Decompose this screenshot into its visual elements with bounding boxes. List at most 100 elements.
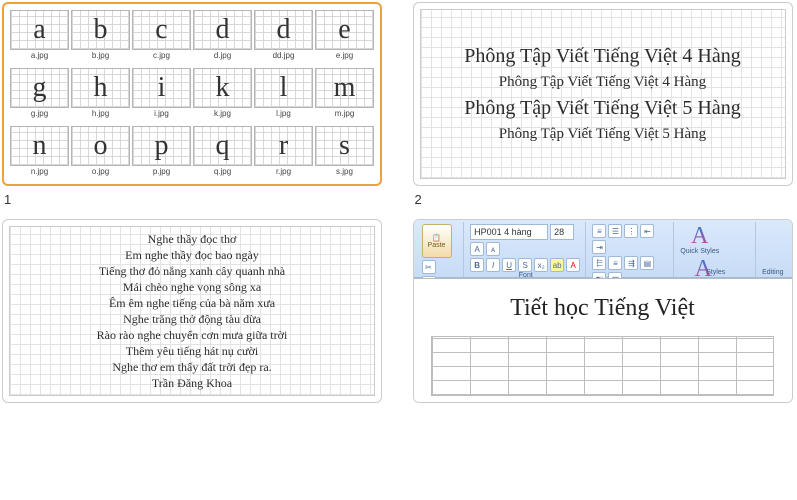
thumbnail-1-wrap: aa.jpgbb.jpgcc.jpgdd.jpgddd.jpgee.jpggg.… [2, 2, 385, 215]
paste-button[interactable]: 📋 Paste [422, 224, 452, 258]
indent-left-icon[interactable]: ⇤ [640, 224, 654, 238]
letter-filename: o.jpg [71, 167, 130, 176]
letter-box: i [132, 68, 191, 108]
italic-icon[interactable]: I [486, 258, 500, 272]
align-right-icon[interactable]: ⇶ [624, 256, 638, 270]
letter-filename: s.jpg [315, 167, 374, 176]
thumbnail-gallery: aa.jpgbb.jpgcc.jpgdd.jpgddd.jpgee.jpggg.… [0, 0, 797, 409]
letter-filename: b.jpg [71, 51, 130, 60]
letter-glyph: k [216, 74, 230, 102]
font-color-icon[interactable]: A [566, 258, 580, 272]
thumbnail-2[interactable]: Phông Tập Viết Tiếng Việt 4 Hàng Phông T… [413, 2, 793, 186]
letter-box: r [254, 126, 313, 166]
letter-cell[interactable]: ll.jpg [254, 68, 313, 124]
align-center-icon[interactable]: ≡ [608, 256, 622, 270]
letter-box: c [132, 10, 191, 50]
letter-filename: g.jpg [10, 109, 69, 118]
clipboard-icon: 📋 [432, 234, 441, 242]
justify-icon[interactable]: ▤ [640, 256, 654, 270]
letter-cell[interactable]: dd.jpg [193, 10, 252, 66]
poem-line: Êm êm nghe tiếng của bà năm xưa [109, 296, 275, 311]
thumbnail-1[interactable]: aa.jpgbb.jpgcc.jpgdd.jpgddd.jpgee.jpggg.… [2, 2, 382, 186]
cut-icon[interactable]: ✂ [422, 260, 436, 274]
bullets-icon[interactable]: ≡ [592, 224, 606, 238]
document-title: Tiết học Tiếng Việt [510, 295, 695, 322]
bold-icon[interactable]: B [470, 258, 484, 272]
letter-filename: n.jpg [10, 167, 69, 176]
poem-line: Rào rào nghe chuyển cơn mưa giữa trời [97, 328, 288, 343]
quick-styles-icon[interactable]: A [691, 224, 708, 248]
letter-filename: d.jpg [193, 51, 252, 60]
letter-filename: h.jpg [71, 109, 130, 118]
subscript-icon[interactable]: x₂ [534, 258, 548, 272]
letter-cell[interactable]: ii.jpg [132, 68, 191, 124]
letter-filename: c.jpg [132, 51, 191, 60]
letter-cell[interactable]: ee.jpg [315, 10, 374, 66]
letter-cell[interactable]: hh.jpg [71, 68, 130, 124]
ribbon-group-styles: A Quick Styles A Change Styles Styles [676, 222, 756, 277]
letter-cell[interactable]: mm.jpg [315, 68, 374, 124]
letter-box: h [71, 68, 130, 108]
script-line: Phông Tập Viết Tiếng Việt 4 Hàng [464, 45, 741, 68]
strike-icon[interactable]: S [518, 258, 532, 272]
group-label: Styles [680, 269, 751, 277]
grow-font-icon[interactable]: A [470, 242, 484, 256]
ribbon-group-clipboard: 📋 Paste ✂ ❐ ✎ Clipboard [418, 222, 465, 277]
letter-filename: m.jpg [315, 109, 374, 118]
letter-glyph: r [279, 132, 288, 160]
letter-cell[interactable]: gg.jpg [10, 68, 69, 124]
letter-cell[interactable]: qq.jpg [193, 126, 252, 182]
letter-cell[interactable]: ss.jpg [315, 126, 374, 182]
thumbnail-1-caption: 1 [2, 186, 385, 215]
letter-filename: p.jpg [132, 167, 191, 176]
align-left-icon[interactable]: ⬱ [592, 256, 606, 270]
thumbnail-3[interactable]: Nghe thầy đọc thơEm nghe thầy đọc bao ng… [2, 219, 382, 403]
letter-glyph: a [33, 16, 45, 44]
writing-grid [431, 336, 775, 396]
letter-box: b [71, 10, 130, 50]
script-line: Phông Tập Viết Tiếng Việt 5 Hàng [464, 97, 741, 120]
letter-cell[interactable]: oo.jpg [71, 126, 130, 182]
letter-cell[interactable]: r r.jpg [254, 126, 313, 182]
shrink-font-icon[interactable]: ᴀ [486, 242, 500, 256]
letter-glyph: b [94, 16, 108, 44]
ribbon-group-font: HP001 4 hàng 28 A ᴀ B I U S x₂ [466, 222, 586, 277]
letter-cell[interactable]: n n.jpg [10, 126, 69, 182]
letter-glyph: e [338, 16, 350, 44]
letter-cell[interactable]: kk.jpg [193, 68, 252, 124]
font-size-select[interactable]: 28 [550, 224, 574, 240]
numbering-icon[interactable]: ☰ [608, 224, 622, 238]
poem-line: Nghe thơ em thấy đất trời đẹp ra. [112, 360, 271, 375]
letter-filename: q.jpg [193, 167, 252, 176]
highlight-icon[interactable]: ab [550, 258, 564, 272]
graph-paper: Phông Tập Viết Tiếng Việt 4 Hàng Phông T… [420, 9, 786, 179]
font-name-select[interactable]: HP001 4 hàng [470, 224, 548, 240]
underline-icon[interactable]: U [502, 258, 516, 272]
letter-cell[interactable]: aa.jpg [10, 10, 69, 66]
thumbnail-4-wrap: 📋 Paste ✂ ❐ ✎ Clipboard [413, 219, 796, 403]
multilevel-icon[interactable]: ⋮ [624, 224, 638, 238]
ribbon: 📋 Paste ✂ ❐ ✎ Clipboard [414, 220, 792, 278]
script-line: Phông Tập Viết Tiếng Việt 5 Hàng [499, 126, 706, 143]
letter-cell[interactable]: pp.jpg [132, 126, 191, 182]
letter-glyph: l [280, 74, 288, 102]
letter-box: d [193, 10, 252, 50]
letter-cell[interactable]: cc.jpg [132, 10, 191, 66]
letter-glyph: n [33, 132, 47, 160]
quick-styles-label: Quick Styles [680, 248, 719, 255]
poem-line: Tiếng thơ đỏ nắng xanh cây quanh nhà [99, 264, 285, 279]
letter-glyph: d [277, 16, 291, 44]
letter-filename: r.jpg [254, 167, 313, 176]
thumbnail-3-wrap: Nghe thầy đọc thơEm nghe thầy đọc bao ng… [2, 219, 385, 403]
ribbon-group-paragraph: ≡ ☰ ⋮ ⇤ ⇥ ⬱ ≡ ⇶ ▤ ◧ [588, 222, 674, 277]
poem-line: Mái chèo nghe vọng sông xa [123, 280, 261, 295]
thumbnail-4[interactable]: 📋 Paste ✂ ❐ ✎ Clipboard [413, 219, 793, 403]
paste-label: Paste [428, 242, 446, 249]
poem-line: Em nghe thầy đọc bao ngày [125, 248, 259, 263]
letter-box: l [254, 68, 313, 108]
letter-cell[interactable]: b b.jpg [71, 10, 130, 66]
letter-box: s [315, 126, 374, 166]
word-ui: 📋 Paste ✂ ❐ ✎ Clipboard [414, 220, 792, 402]
indent-right-icon[interactable]: ⇥ [592, 240, 606, 254]
letter-cell[interactable]: ddd.jpg [254, 10, 313, 66]
